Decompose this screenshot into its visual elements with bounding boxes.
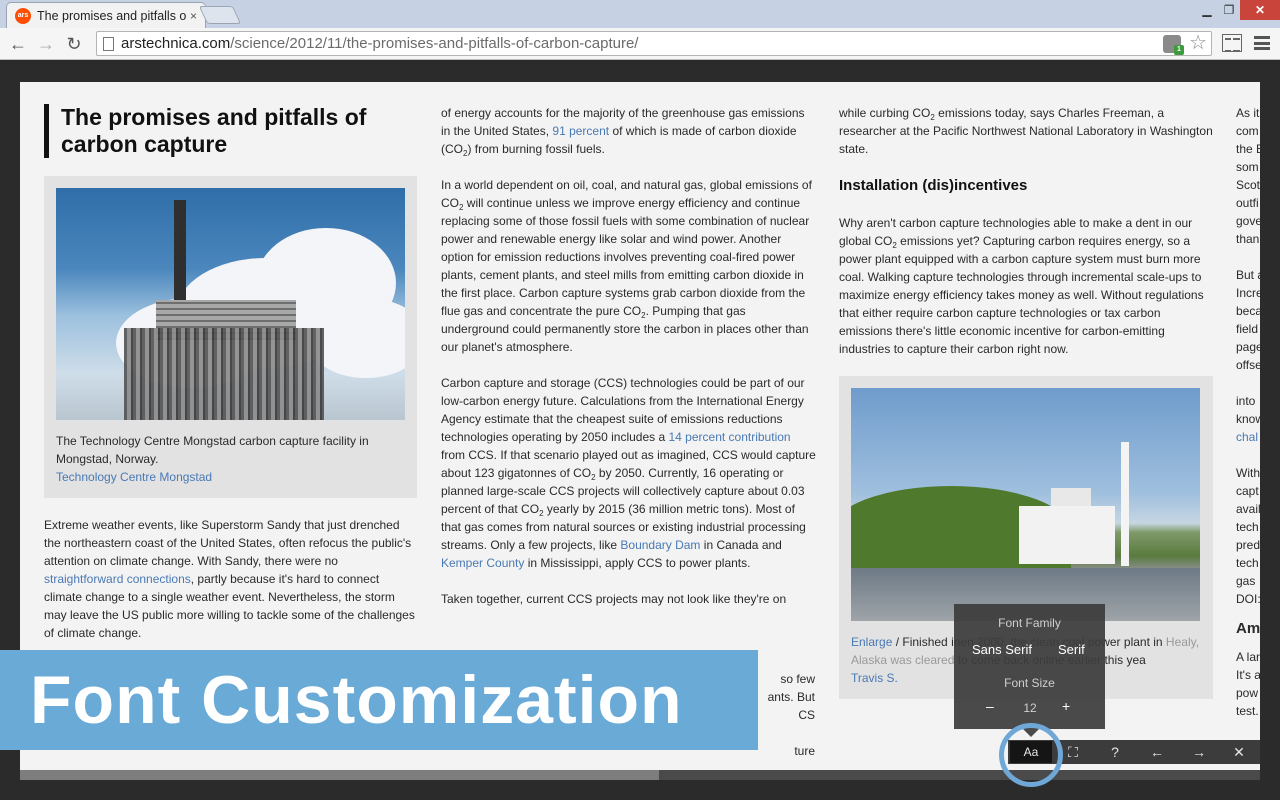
banner-title: Font Customization <box>30 662 683 738</box>
article-column-4: As it com the E som Scot outfi gove than… <box>1236 104 1260 720</box>
section-heading: Installation (dis)incentives <box>839 177 1028 194</box>
healy-plant-photo <box>851 388 1200 621</box>
reader-view-icon[interactable] <box>1222 34 1242 52</box>
next-page-icon[interactable]: → <box>1178 740 1220 764</box>
url-host: arstechnica.com <box>121 35 231 52</box>
sans-serif-option[interactable]: Sans Serif <box>972 642 1032 657</box>
back-icon[interactable]: ← <box>6 32 30 56</box>
inline-link[interactable]: straightforward connections <box>44 572 191 586</box>
font-family-label: Font Family <box>998 616 1061 630</box>
figure-caption: The Technology Centre Mongstad carbon ca… <box>56 432 405 486</box>
paragraph: In a world dependent on oil, coal, and n… <box>441 178 812 354</box>
bookmark-star-icon[interactable]: ☆ <box>1189 32 1207 55</box>
minimize-icon[interactable]: ▁ <box>1196 0 1218 20</box>
tab-close-icon[interactable]: × <box>190 9 197 23</box>
browser-tab[interactable]: ars The promises and pitfalls of carbon … <box>6 2 206 28</box>
font-settings-popup: Font Family Sans Serif Serif Font Size –… <box>954 604 1105 729</box>
font-size-label: Font Size <box>1004 676 1055 690</box>
paragraph: of energy accounts for the majority of t… <box>441 106 805 158</box>
serif-option[interactable]: Serif <box>1058 642 1085 657</box>
window-close-icon[interactable]: ✕ <box>1240 0 1280 20</box>
paragraph: while curbing CO2 emissions today, says … <box>839 106 1213 156</box>
article-column-2: of energy accounts for the majority of t… <box>441 104 816 758</box>
forward-icon[interactable]: → <box>34 32 58 56</box>
increase-font-button[interactable]: + <box>1062 698 1070 714</box>
inline-link[interactable]: Kemper County <box>441 556 524 570</box>
article-column-1: The promises and pitfalls of carbon capt… <box>44 82 417 660</box>
ars-favicon-icon: ars <box>15 7 31 24</box>
menu-icon[interactable] <box>1254 36 1270 50</box>
inline-link[interactable]: chal <box>1236 428 1260 446</box>
credit-link[interactable]: Technology Centre Mongstad <box>56 470 212 484</box>
previous-page-icon[interactable]: ← <box>1136 740 1178 764</box>
highlight-ring <box>999 723 1063 787</box>
credit-link[interactable]: Travis S. <box>851 671 898 685</box>
tab-strip: ars The promises and pitfalls of carbon … <box>0 0 1280 28</box>
reading-progress-fill <box>20 770 659 780</box>
address-bar[interactable]: arstechnica.com/science/2012/11/the-prom… <box>96 31 1212 56</box>
browser-toolbar: ← → ↻ arstechnica.com/science/2012/11/th… <box>0 28 1280 60</box>
maximize-icon[interactable]: ❐ <box>1218 0 1240 20</box>
paragraph: Taken together, current CCS projects may… <box>441 592 787 606</box>
caption-text: The Technology Centre Mongstad carbon ca… <box>56 434 369 466</box>
inline-link[interactable]: Boundary Dam <box>620 538 700 552</box>
paragraph: Why aren't carbon capture technologies a… <box>839 216 1204 356</box>
decrease-font-button[interactable]: – <box>986 698 994 714</box>
paragraph: Extreme weather events, like Superstorm … <box>44 518 415 640</box>
article-headline: The promises and pitfalls of carbon capt… <box>44 104 417 158</box>
section-heading: Am <box>1236 620 1260 637</box>
tab-title: The promises and pitfalls of carbon capt… <box>37 8 186 23</box>
reading-progress-bar[interactable] <box>20 770 1260 780</box>
inline-link[interactable]: 91 percent <box>552 124 609 138</box>
font-size-value: 12 <box>1023 701 1037 715</box>
figure-mongstad: The Technology Centre Mongstad carbon ca… <box>44 176 417 498</box>
mongstad-photo <box>56 188 405 420</box>
feature-banner: Font Customization <box>0 650 758 750</box>
help-icon[interactable]: ? <box>1094 740 1136 764</box>
extension-icon[interactable]: 1 <box>1163 35 1184 55</box>
paragraph: Carbon capture and storage (CCS) technol… <box>441 376 816 570</box>
inline-link[interactable]: 14 percent contribution <box>669 430 791 444</box>
close-reader-icon[interactable]: ✕ <box>1218 740 1260 764</box>
page-icon <box>99 34 117 54</box>
url-path: /science/2012/11/the-promises-and-pitfal… <box>230 35 639 52</box>
new-tab-button[interactable] <box>198 6 242 24</box>
hidden-text-fragments: so few ants. But CS ture <box>767 672 815 758</box>
reload-icon[interactable]: ↻ <box>62 32 86 56</box>
enlarge-link[interactable]: Enlarge <box>851 635 892 649</box>
